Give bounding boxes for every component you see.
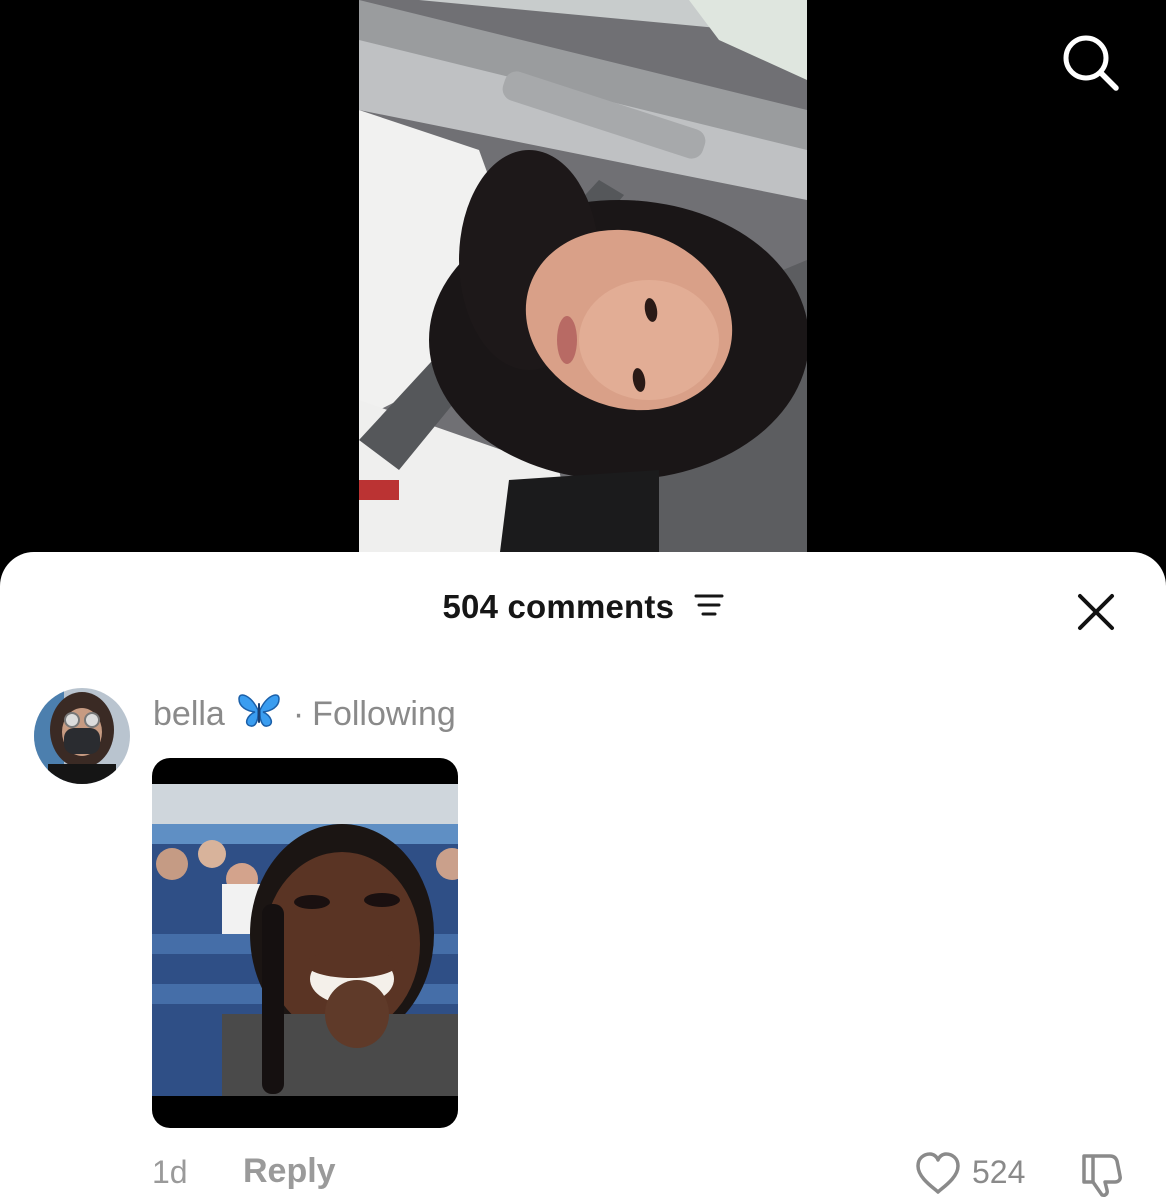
video-comments-screen: 504 comments bella · Following 1d Reply … [0, 0, 1166, 1200]
comment-media[interactable] [152, 758, 458, 1128]
butterfly-icon [237, 691, 281, 738]
search-button[interactable] [1058, 30, 1122, 94]
like-count: 524 [972, 1154, 1026, 1190]
comment-timestamp: 1d [152, 1154, 188, 1190]
comments-title: 504 comments [0, 588, 1166, 626]
reaction-photo [152, 784, 458, 1096]
reply-button[interactable]: Reply [243, 1152, 336, 1191]
heart-icon [916, 1152, 960, 1194]
search-icon [1063, 35, 1119, 91]
comments-count-label: 504 comments [442, 588, 675, 625]
video-player[interactable] [359, 0, 807, 560]
avatar[interactable] [34, 688, 130, 784]
comments-sheet: 504 comments bella · Following 1d Reply … [0, 552, 1166, 1200]
video-frame [359, 0, 807, 560]
thumbs-down-icon [1082, 1154, 1122, 1197]
comment-username[interactable]: bella [153, 695, 225, 734]
comment-header: bella · Following [153, 692, 456, 736]
close-button[interactable] [1074, 590, 1118, 634]
dislike-button[interactable] [1076, 1150, 1126, 1200]
meta-separator: · [292, 694, 305, 733]
close-icon [1078, 594, 1114, 630]
following-label: Following [312, 694, 456, 733]
comment-actions: 1d Reply 524 [0, 1150, 1166, 1200]
comments-header: 504 comments [0, 552, 1166, 668]
like-button[interactable] [914, 1150, 962, 1198]
sort-lines-icon[interactable] [694, 588, 724, 626]
